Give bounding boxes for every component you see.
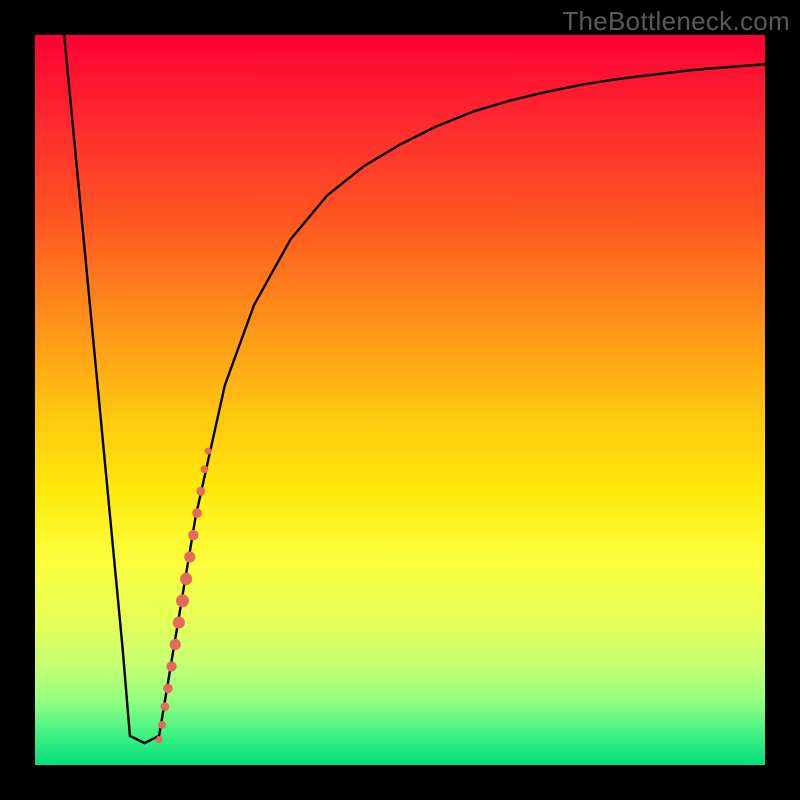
highlight-dot: [173, 617, 185, 629]
highlight-dot: [166, 661, 176, 671]
highlight-dot: [161, 702, 170, 711]
highlight-dot: [163, 684, 173, 694]
highlight-dot: [158, 721, 166, 729]
highlight-dot: [188, 530, 198, 540]
watermark-text: TheBottleneck.com: [562, 6, 790, 37]
bottleneck-curve: [64, 35, 765, 743]
highlight-dot: [201, 465, 209, 473]
highlight-dot: [192, 508, 202, 518]
highlight-dot: [170, 639, 181, 650]
highlight-dot: [180, 573, 192, 585]
highlight-dot: [176, 594, 189, 607]
chart-svg: [35, 35, 765, 765]
highlight-dot: [196, 487, 205, 496]
highlight-dot: [184, 551, 195, 562]
highlight-dots: [156, 448, 212, 743]
highlight-dot: [205, 448, 212, 455]
highlight-dot: [156, 736, 163, 743]
plot-area: [35, 35, 765, 765]
chart-frame: TheBottleneck.com: [0, 0, 800, 800]
